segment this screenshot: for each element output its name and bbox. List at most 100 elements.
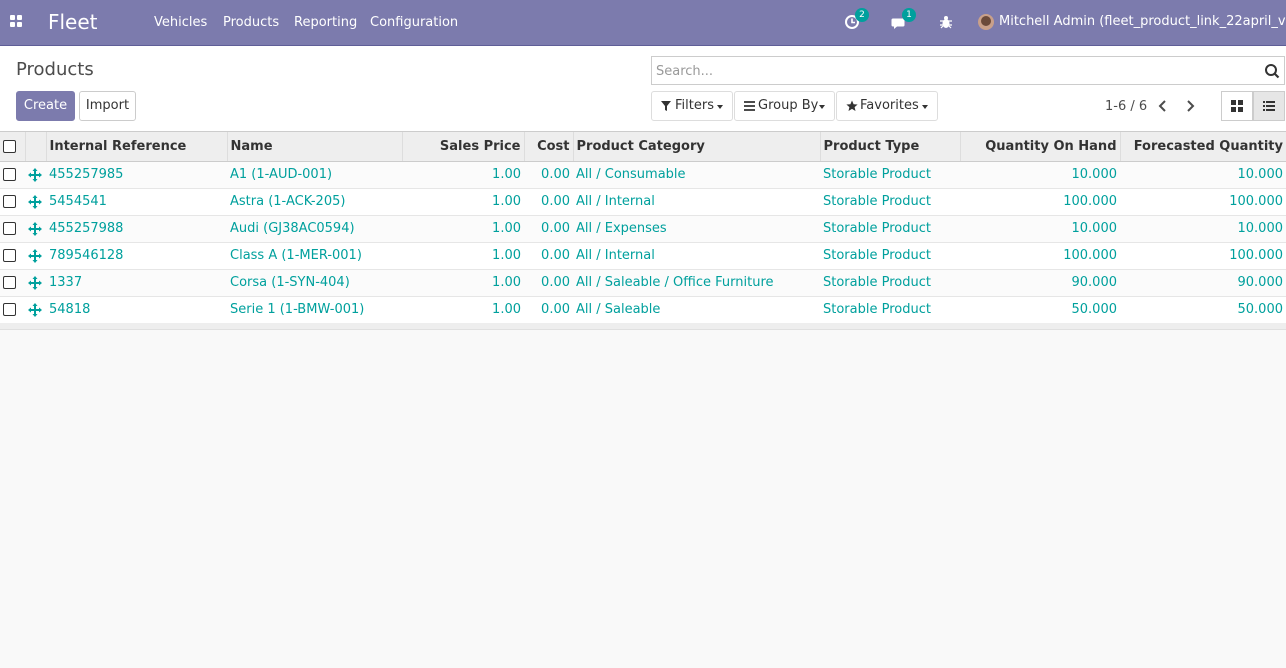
menu-vehicles[interactable]: Vehicles	[154, 15, 207, 31]
search-input[interactable]	[656, 62, 1256, 80]
cell-product-category[interactable]: All / Internal	[573, 242, 820, 270]
col-sales-price[interactable]: Sales Price	[402, 132, 525, 162]
col-internal-reference[interactable]: Internal Reference	[46, 132, 228, 162]
arrows-move-icon[interactable]	[28, 167, 42, 182]
row-handle-cell[interactable]	[25, 215, 46, 243]
cell-cost[interactable]: 0.00	[524, 296, 573, 324]
row-select-cell[interactable]	[0, 296, 25, 324]
cell-quantity-on-hand[interactable]: 100.000	[960, 188, 1120, 216]
import-button[interactable]: Import	[79, 91, 136, 121]
favorites-dropdown[interactable]: Favorites	[836, 91, 938, 121]
arrows-move-icon[interactable]	[28, 221, 42, 236]
arrows-move-icon[interactable]	[28, 194, 42, 209]
table-row[interactable]: 54818 Serie 1 (1-BMW-001) 1.00 0.00 All …	[0, 296, 1286, 324]
cell-internal-reference[interactable]: 54818	[46, 296, 227, 324]
cell-cost[interactable]: 0.00	[524, 242, 573, 270]
cell-product-type[interactable]: Storable Product	[820, 242, 960, 270]
cell-forecasted-quantity[interactable]: 10.000	[1120, 161, 1286, 189]
cell-forecasted-quantity[interactable]: 100.000	[1120, 242, 1286, 270]
row-select-cell[interactable]	[0, 269, 25, 297]
cell-name[interactable]: Audi (GJ38AC0594)	[227, 215, 402, 243]
chevron-left-icon[interactable]	[1154, 97, 1172, 115]
cell-internal-reference[interactable]: 455257985	[46, 161, 227, 189]
cell-quantity-on-hand[interactable]: 90.000	[960, 269, 1120, 297]
cell-sales-price[interactable]: 1.00	[402, 188, 524, 216]
row-select-cell[interactable]	[0, 242, 25, 270]
cell-product-category[interactable]: All / Internal	[573, 188, 820, 216]
col-product-category[interactable]: Product Category	[573, 132, 821, 162]
cell-product-type[interactable]: Storable Product	[820, 296, 960, 324]
cell-quantity-on-hand[interactable]: 50.000	[960, 296, 1120, 324]
table-row[interactable]: 1337 Corsa (1-SYN-404) 1.00 0.00 All / S…	[0, 269, 1286, 297]
row-checkbox[interactable]	[3, 195, 16, 208]
apps-menu-icon[interactable]	[10, 15, 22, 27]
cell-sales-price[interactable]: 1.00	[402, 215, 524, 243]
cell-product-type[interactable]: Storable Product	[820, 161, 960, 189]
col-cost[interactable]: Cost	[524, 132, 574, 162]
cell-name[interactable]: Class A (1-MER-001)	[227, 242, 402, 270]
cell-cost[interactable]: 0.00	[524, 269, 573, 297]
create-button[interactable]: Create	[16, 91, 75, 121]
cell-forecasted-quantity[interactable]: 100.000	[1120, 188, 1286, 216]
cell-quantity-on-hand[interactable]: 10.000	[960, 215, 1120, 243]
table-row[interactable]: 789546128 Class A (1-MER-001) 1.00 0.00 …	[0, 242, 1286, 270]
table-row[interactable]: 5454541 Astra (1-ACK-205) 1.00 0.00 All …	[0, 188, 1286, 216]
row-checkbox[interactable]	[3, 168, 16, 181]
cell-product-type[interactable]: Storable Product	[820, 215, 960, 243]
select-all-checkbox[interactable]	[3, 139, 16, 153]
cell-product-category[interactable]: All / Saleable / Office Furniture	[573, 269, 820, 297]
kanban-view-button[interactable]	[1221, 91, 1253, 121]
cell-internal-reference[interactable]: 5454541	[46, 188, 227, 216]
messages-button[interactable]: 1	[891, 8, 916, 31]
menu-configuration[interactable]: Configuration	[370, 15, 458, 31]
cell-product-type[interactable]: Storable Product	[820, 269, 960, 297]
pager-value[interactable]: 1-6 / 6	[1105, 99, 1147, 115]
arrows-move-icon[interactable]	[28, 248, 42, 263]
cell-cost[interactable]: 0.00	[524, 161, 573, 189]
activity-button[interactable]: 2	[844, 8, 869, 31]
cell-product-category[interactable]: All / Expenses	[573, 215, 820, 243]
row-select-cell[interactable]	[0, 215, 25, 243]
menu-reporting[interactable]: Reporting	[294, 15, 357, 31]
cell-sales-price[interactable]: 1.00	[402, 242, 524, 270]
cell-product-category[interactable]: All / Saleable	[573, 296, 820, 324]
row-checkbox[interactable]	[3, 222, 16, 235]
cell-sales-price[interactable]: 1.00	[402, 161, 524, 189]
cell-sales-price[interactable]: 1.00	[402, 296, 524, 324]
col-forecasted-quantity[interactable]: Forecasted Quantity	[1120, 132, 1286, 162]
cell-internal-reference[interactable]: 455257988	[46, 215, 227, 243]
cell-product-type[interactable]: Storable Product	[820, 188, 960, 216]
cell-forecasted-quantity[interactable]: 10.000	[1120, 215, 1286, 243]
groupby-dropdown[interactable]: Group By	[734, 91, 835, 121]
arrows-move-icon[interactable]	[28, 302, 42, 317]
cell-name[interactable]: Corsa (1-SYN-404)	[227, 269, 402, 297]
cell-cost[interactable]: 0.00	[524, 215, 573, 243]
cell-quantity-on-hand[interactable]: 100.000	[960, 242, 1120, 270]
cell-quantity-on-hand[interactable]: 10.000	[960, 161, 1120, 189]
row-checkbox[interactable]	[3, 249, 16, 262]
table-row[interactable]: 455257985 A1 (1-AUD-001) 1.00 0.00 All /…	[0, 161, 1286, 189]
row-handle-cell[interactable]	[25, 161, 46, 189]
cell-product-category[interactable]: All / Consumable	[573, 161, 820, 189]
chevron-right-icon[interactable]	[1181, 97, 1199, 115]
row-handle-cell[interactable]	[25, 296, 46, 324]
col-name[interactable]: Name	[227, 132, 403, 162]
row-select-cell[interactable]	[0, 188, 25, 216]
col-quantity-on-hand[interactable]: Quantity On Hand	[960, 132, 1121, 162]
menu-products[interactable]: Products	[223, 15, 279, 31]
search-icon[interactable]	[1264, 63, 1280, 79]
cell-name[interactable]: Serie 1 (1-BMW-001)	[227, 296, 402, 324]
row-select-cell[interactable]	[0, 161, 25, 189]
cell-forecasted-quantity[interactable]: 50.000	[1120, 296, 1286, 324]
row-handle-cell[interactable]	[25, 188, 46, 216]
arrows-move-icon[interactable]	[28, 275, 42, 290]
filters-dropdown[interactable]: Filters	[651, 91, 733, 121]
list-view-button[interactable]	[1253, 91, 1285, 121]
row-checkbox[interactable]	[3, 276, 16, 289]
debug-button[interactable]	[939, 13, 957, 31]
row-handle-cell[interactable]	[25, 269, 46, 297]
row-handle-cell[interactable]	[25, 242, 46, 270]
cell-name[interactable]: Astra (1-ACK-205)	[227, 188, 402, 216]
row-checkbox[interactable]	[3, 303, 16, 316]
col-product-type[interactable]: Product Type	[820, 132, 961, 162]
